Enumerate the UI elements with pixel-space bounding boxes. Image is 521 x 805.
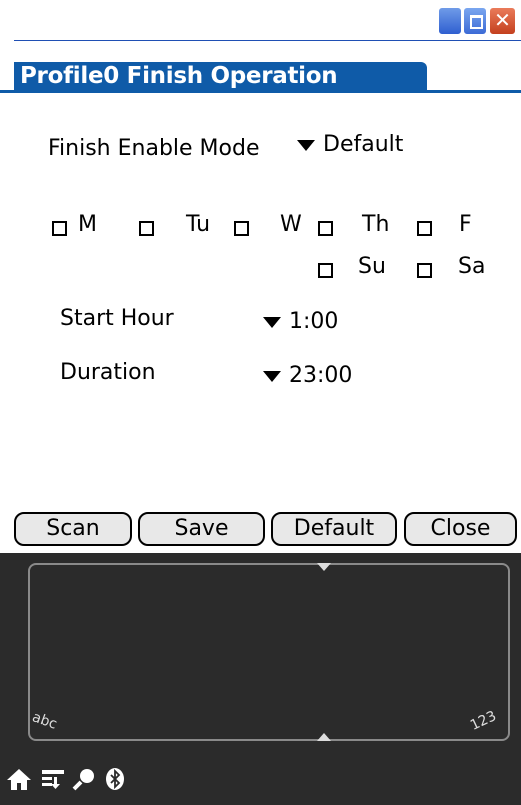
title-rule [0, 90, 521, 93]
window-top-border [14, 40, 521, 41]
duration-value: 23:00 [289, 363, 353, 388]
graffiti-area: abc 123 [0, 553, 521, 805]
checkbox-tuesday[interactable] [139, 221, 154, 236]
day-label-friday: F [459, 212, 472, 237]
checkbox-wednesday[interactable] [234, 221, 249, 236]
bluetooth-icon[interactable] [104, 767, 126, 796]
graffiti-bottom-marker-icon [317, 733, 331, 741]
duration-dropdown[interactable]: 23:00 [263, 363, 352, 388]
close-icon[interactable]: ✕ [489, 7, 516, 35]
minimize-icon[interactable] [438, 7, 462, 35]
checkbox-monday[interactable] [52, 221, 67, 236]
form-title: Profile0 Finish Operation [14, 62, 427, 90]
day-label-saturday: Sa [458, 254, 486, 279]
finish-enable-mode-label: Finish Enable Mode [48, 136, 260, 161]
duration-label: Duration [60, 360, 156, 385]
checkbox-sunday[interactable] [318, 263, 333, 278]
finish-enable-mode-dropdown[interactable]: Default [297, 132, 403, 157]
scan-button[interactable]: Scan [14, 512, 132, 546]
checkbox-friday[interactable] [417, 221, 432, 236]
day-label-tuesday: Tu [186, 212, 211, 237]
home-icon[interactable] [6, 767, 32, 796]
start-hour-label: Start Hour [60, 306, 174, 331]
checkbox-saturday[interactable] [417, 263, 432, 278]
graffiti-input-box[interactable] [28, 563, 510, 741]
menu-icon[interactable] [40, 767, 66, 796]
dropdown-arrow-icon [297, 139, 315, 151]
save-button[interactable]: Save [138, 512, 265, 546]
checkbox-thursday[interactable] [318, 221, 333, 236]
close-button[interactable]: Close [404, 512, 517, 546]
button-row: Scan Save Default Close [0, 512, 521, 546]
day-label-monday: M [78, 212, 97, 237]
start-hour-dropdown[interactable]: 1:00 [263, 309, 338, 334]
day-label-wednesday: W [280, 212, 302, 237]
find-icon[interactable] [72, 767, 98, 796]
day-label-sunday: Su [358, 254, 386, 279]
start-hour-value: 1:00 [289, 309, 339, 334]
window-controls: ✕ [434, 0, 521, 40]
finish-enable-mode-value: Default [323, 132, 404, 157]
graffiti-top-marker-icon [317, 563, 331, 571]
day-label-thursday: Th [362, 212, 390, 237]
dropdown-arrow-icon [263, 316, 281, 328]
dropdown-arrow-icon [263, 370, 281, 382]
title-bar: Profile0 Finish Operation [14, 62, 521, 90]
default-button[interactable]: Default [271, 512, 397, 546]
maximize-icon[interactable] [463, 7, 487, 35]
